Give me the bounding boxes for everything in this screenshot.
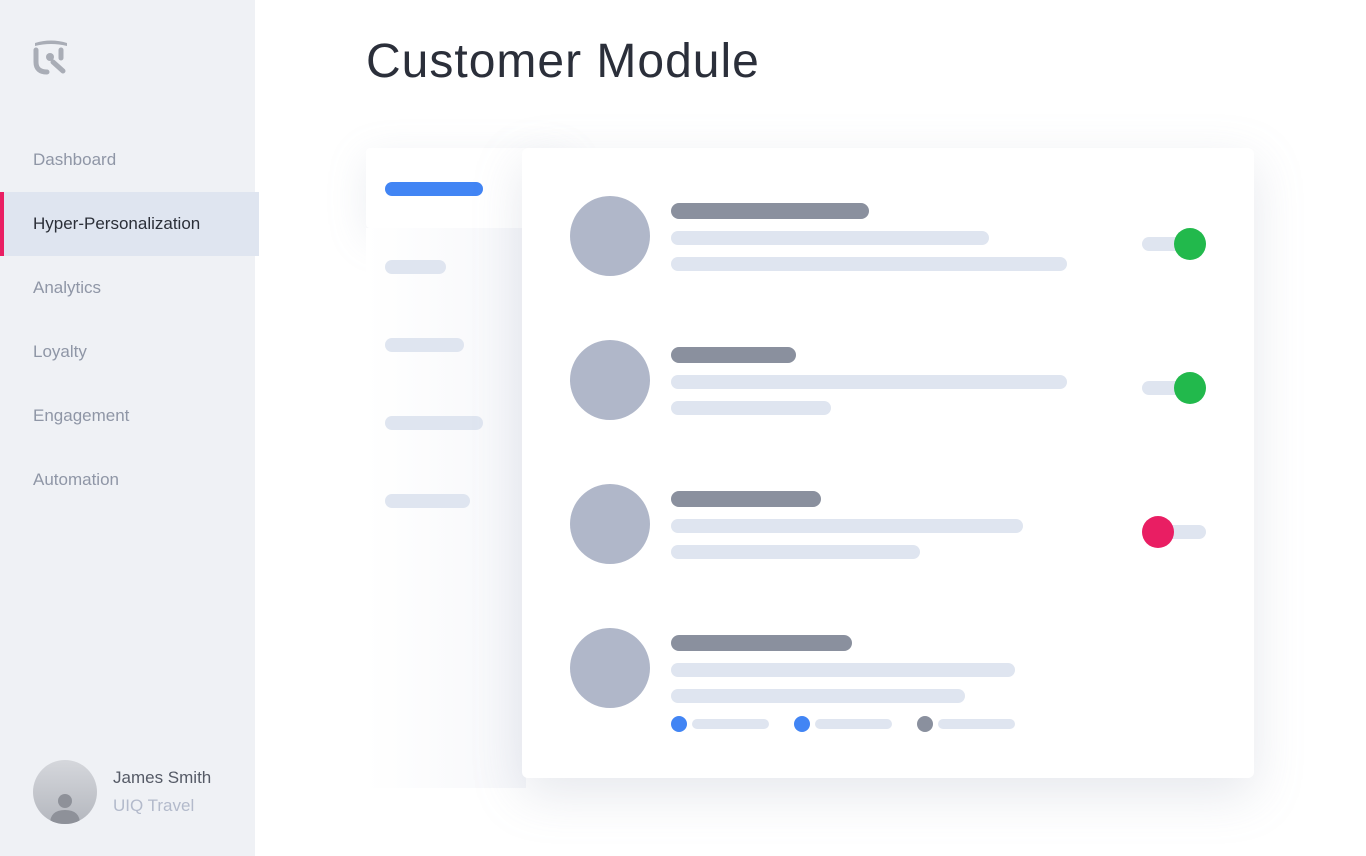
sidebar-item-engagement[interactable]: Engagement (0, 384, 259, 448)
sidebar-item-label: Hyper-Personalization (33, 214, 201, 233)
sidebar-item-label: Loyalty (33, 342, 87, 361)
tag[interactable] (794, 716, 892, 732)
customer-toggle[interactable] (1142, 228, 1206, 260)
user-profile[interactable]: James Smith UIQ Travel (33, 760, 211, 824)
customer-detail-placeholder (671, 401, 831, 415)
sidebar: Dashboard Hyper-Personalization Analytic… (0, 0, 259, 856)
filter-item[interactable] (385, 494, 470, 508)
customer-name-placeholder (671, 203, 869, 219)
sidebar-item-dashboard[interactable]: Dashboard (0, 128, 259, 192)
customer-detail-placeholder (671, 545, 920, 559)
tag-label-placeholder (815, 719, 892, 729)
customer-detail-placeholder (671, 689, 965, 703)
tag[interactable] (671, 716, 769, 732)
list-item[interactable] (570, 628, 1210, 732)
tag-label-placeholder (938, 719, 1015, 729)
filter-panel-background (366, 228, 526, 788)
filter-item[interactable] (385, 416, 483, 430)
filter-item[interactable] (385, 260, 446, 274)
customer-name-placeholder (671, 347, 796, 363)
sidebar-item-loyalty[interactable]: Loyalty (0, 320, 259, 384)
customer-avatar (570, 196, 650, 276)
tag-label-placeholder (692, 719, 769, 729)
customer-name-placeholder (671, 635, 852, 651)
sidebar-item-hyper-personalization[interactable]: Hyper-Personalization (0, 192, 259, 256)
customer-detail-placeholder (671, 519, 1023, 533)
tag-dot (671, 716, 687, 732)
user-name: James Smith (113, 768, 212, 787)
user-silhouette-icon (50, 794, 80, 824)
sidebar-item-label: Dashboard (33, 150, 117, 169)
list-item[interactable] (570, 340, 1210, 420)
toggle-knob (1174, 228, 1206, 260)
sidebar-item-label: Analytics (33, 278, 102, 297)
filter-item-active[interactable] (385, 182, 483, 196)
customer-avatar (570, 340, 650, 420)
toggle-knob (1142, 516, 1174, 548)
customer-avatar (570, 484, 650, 564)
customer-toggle[interactable] (1142, 516, 1206, 548)
customer-detail-placeholder (671, 663, 1015, 677)
sidebar-item-label: Engagement (33, 406, 130, 425)
tag[interactable] (917, 716, 1015, 732)
sidebar-item-analytics[interactable]: Analytics (0, 256, 259, 320)
customer-detail-placeholder (671, 231, 989, 245)
page-title: Customer Module (366, 35, 760, 88)
user-organization: UIQ Travel (113, 796, 195, 815)
customer-toggle[interactable] (1142, 372, 1206, 404)
toggle-knob (1174, 372, 1206, 404)
list-item[interactable] (570, 484, 1210, 564)
sidebar-nav: Dashboard Hyper-Personalization Analytic… (0, 128, 259, 512)
filter-item[interactable] (385, 338, 464, 352)
list-item[interactable] (570, 196, 1210, 276)
customer-detail-placeholder (671, 375, 1067, 389)
customer-detail-placeholder (671, 257, 1067, 271)
customer-list-card (522, 148, 1254, 778)
tag-dot (794, 716, 810, 732)
sidebar-item-automation[interactable]: Automation (0, 448, 259, 512)
customer-avatar (570, 628, 650, 708)
customer-tags (671, 716, 1040, 732)
sidebar-item-label: Automation (33, 470, 119, 489)
tag-dot (917, 716, 933, 732)
avatar[interactable] (33, 760, 97, 824)
uiq-logo-icon[interactable] (33, 38, 69, 76)
customer-name-placeholder (671, 491, 821, 507)
